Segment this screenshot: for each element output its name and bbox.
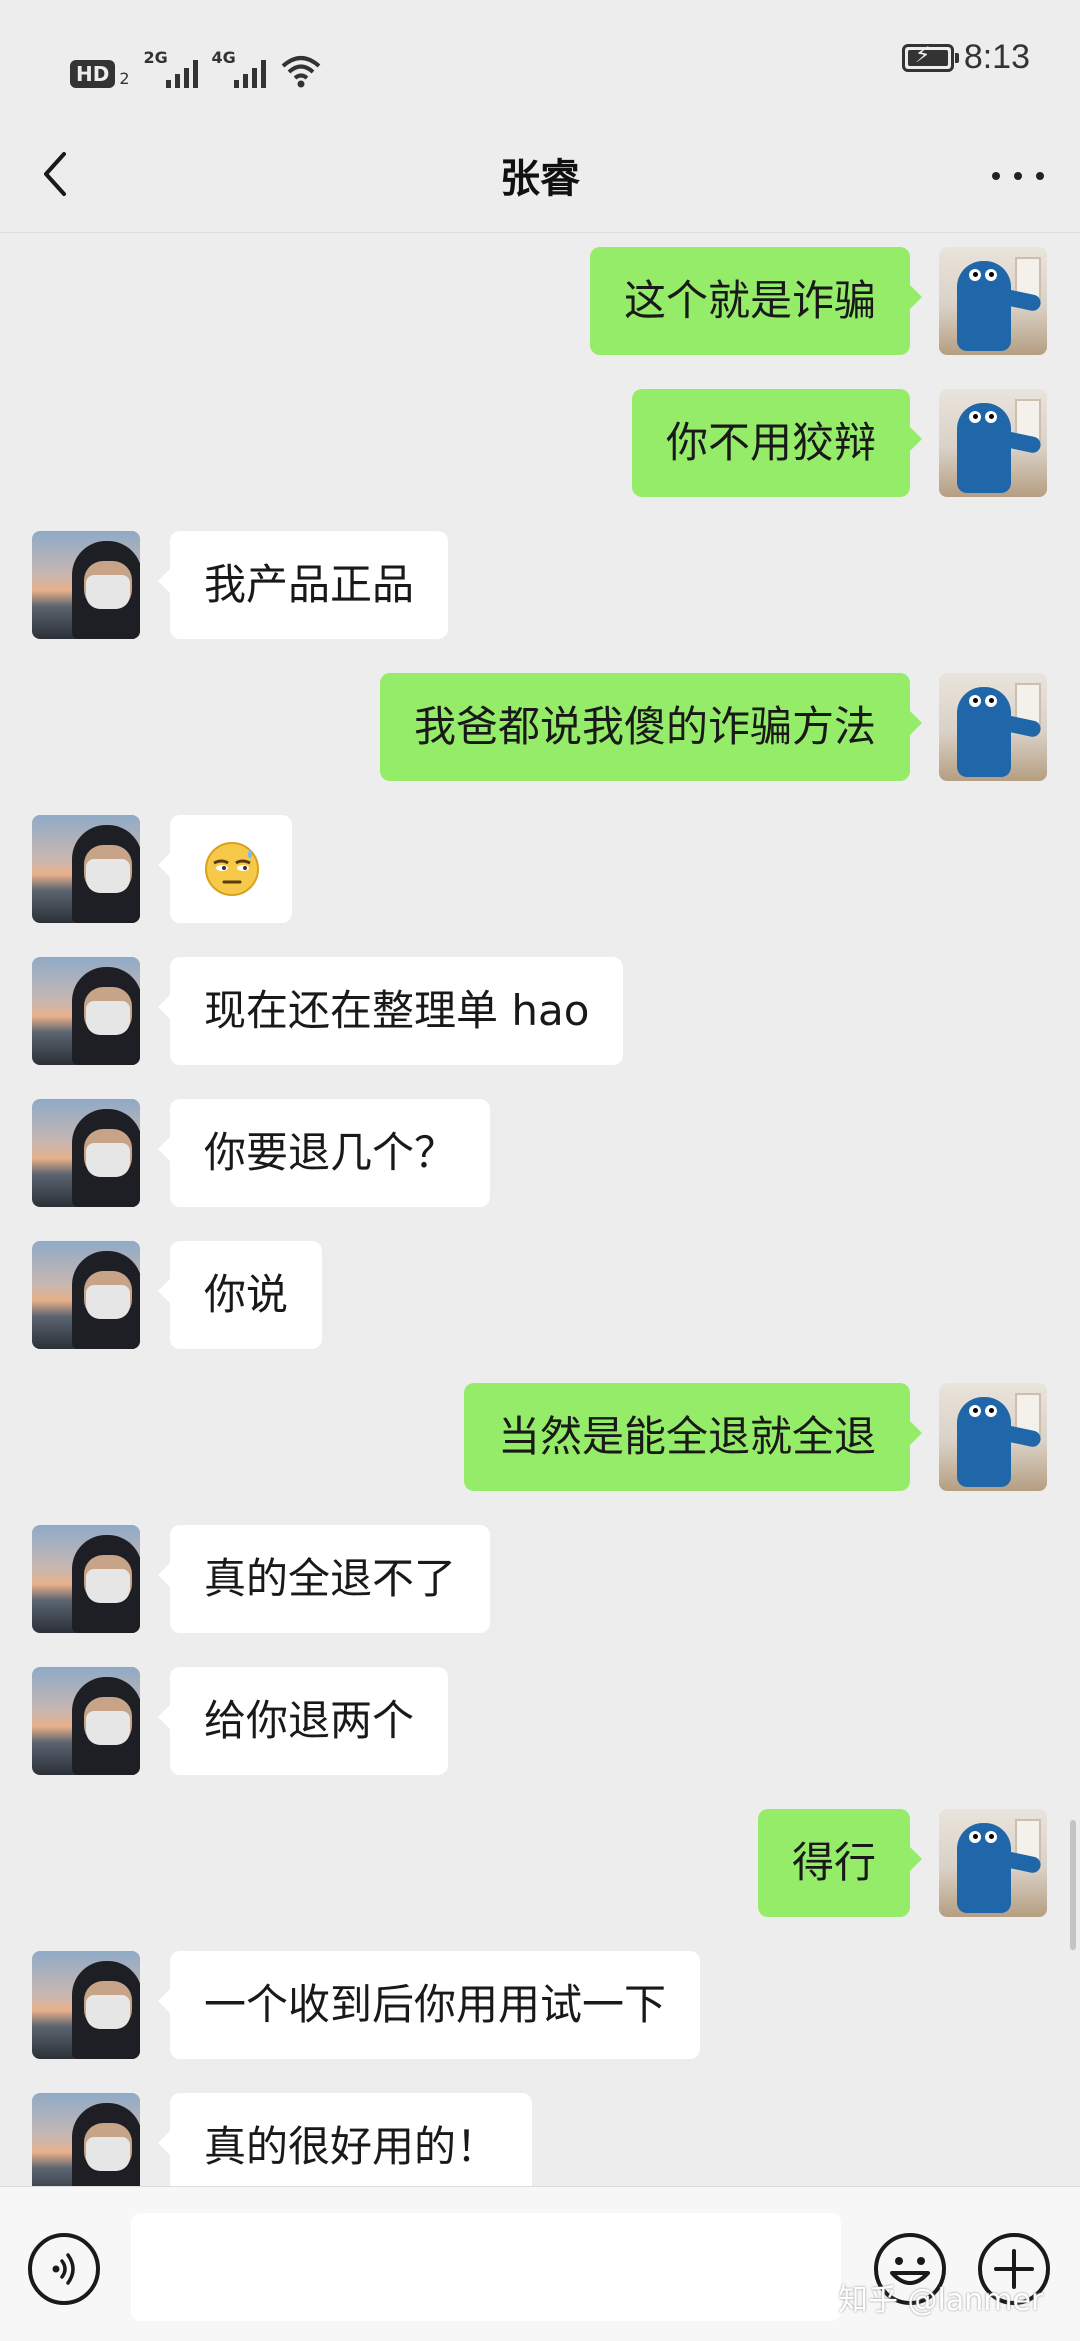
sent-message-bubble[interactable]: 得行 [757, 1809, 923, 1917]
watermark-text: 知乎 @lanmer [838, 2283, 1044, 2318]
input-bar: 知乎 @lanmer [0, 2186, 1080, 2341]
my-avatar[interactable] [939, 247, 1047, 355]
my-avatar[interactable] [939, 1809, 1047, 1917]
message-row: 这个就是诈骗 [0, 233, 1080, 355]
message-row: 我爸都说我傻的诈骗方法 [0, 659, 1080, 781]
message-row: 当然是能全退就全退 [0, 1369, 1080, 1491]
contact-avatar[interactable] [32, 815, 140, 923]
sent-message-bubble[interactable]: 当然是能全退就全退 [463, 1383, 923, 1491]
message-row: 得行 [0, 1795, 1080, 1917]
contact-avatar[interactable] [32, 1667, 140, 1775]
status-icons-right: ⚡ 8:13 [901, 38, 1030, 77]
received-message-bubble[interactable]: 真的很好用的！ [157, 2093, 533, 2186]
received-message-bubble[interactable]: 我产品正品 [157, 531, 449, 639]
contact-avatar[interactable] [32, 531, 140, 639]
sent-message-bubble[interactable]: 你不用狡辩 [631, 389, 923, 497]
sent-message-bubble[interactable]: 我爸都说我傻的诈骗方法 [379, 673, 923, 781]
signal-4g-label: 4G [211, 48, 236, 67]
contact-avatar[interactable] [32, 957, 140, 1065]
message-input[interactable] [131, 2213, 841, 2321]
battery-charging-icon: ⚡ [901, 43, 959, 72]
signal-2g-label: 2G [143, 48, 168, 67]
chat-header: 张睿 [0, 120, 1080, 233]
message-row: 真的全退不了 [0, 1511, 1080, 1633]
wifi-icon [281, 56, 320, 88]
message-row: 你要退几个？ [0, 1085, 1080, 1207]
my-avatar[interactable] [939, 673, 1047, 781]
voice-wave-icon [52, 2253, 75, 2285]
message-row: 现在还在整理单 hao [0, 943, 1080, 1065]
my-avatar[interactable] [939, 389, 1047, 497]
chat-title: 张睿 [500, 156, 580, 202]
contact-avatar[interactable] [32, 2093, 140, 2186]
chat-scrollbar[interactable] [1070, 1820, 1076, 1950]
status-time: 8:13 [963, 38, 1030, 76]
message-row: 你不用狡辩 [0, 375, 1080, 497]
received-message-bubble[interactable]: 你要退几个？ [157, 1099, 491, 1207]
status-icons-left: HD 2 2G 4G [70, 40, 322, 88]
received-message-bubble[interactable]: 给你退两个 [157, 1667, 449, 1775]
message-row: 一个收到后你用用试一下 [0, 1937, 1080, 2059]
my-avatar[interactable] [939, 1383, 1047, 1491]
received-message-bubble[interactable]: 一个收到后你用用试一下 [157, 1951, 701, 2059]
message-row: 你说 [0, 1227, 1080, 1349]
contact-avatar[interactable] [32, 1525, 140, 1633]
contact-avatar[interactable] [32, 1241, 140, 1349]
message-row: 给你退两个 [0, 1653, 1080, 1775]
status-bar: HD 2 2G 4G ⚡ 8:13 [0, 0, 1080, 120]
message-row: 我产品正品 [0, 517, 1080, 639]
more-options-icon[interactable] [992, 158, 1044, 194]
message-row [0, 801, 1080, 923]
received-message-bubble[interactable]: 你说 [157, 1241, 323, 1349]
message-row: 真的很好用的！ [0, 2079, 1080, 2186]
message-list[interactable]: 这个就是诈骗你不用狡辩我产品正品我爸都说我傻的诈骗方法现在还在整理单 hao 你要… [0, 233, 1080, 2186]
signal-4g-icon: 4G [212, 48, 266, 88]
sweat-smirk-emoji [205, 842, 259, 896]
hd-voice-icon: HD [70, 60, 116, 88]
contact-avatar[interactable] [32, 1951, 140, 2059]
voice-input-button[interactable] [28, 2233, 100, 2305]
contact-avatar[interactable] [32, 1099, 140, 1207]
signal-2g-icon: 2G [144, 48, 198, 88]
hd-voice-sub-label: 2 [119, 69, 130, 88]
received-message-bubble[interactable] [158, 815, 292, 923]
received-message-bubble[interactable]: 真的全退不了 [157, 1525, 491, 1633]
sent-message-bubble[interactable]: 这个就是诈骗 [589, 247, 923, 355]
received-message-bubble[interactable]: 现在还在整理单 hao [157, 957, 624, 1065]
